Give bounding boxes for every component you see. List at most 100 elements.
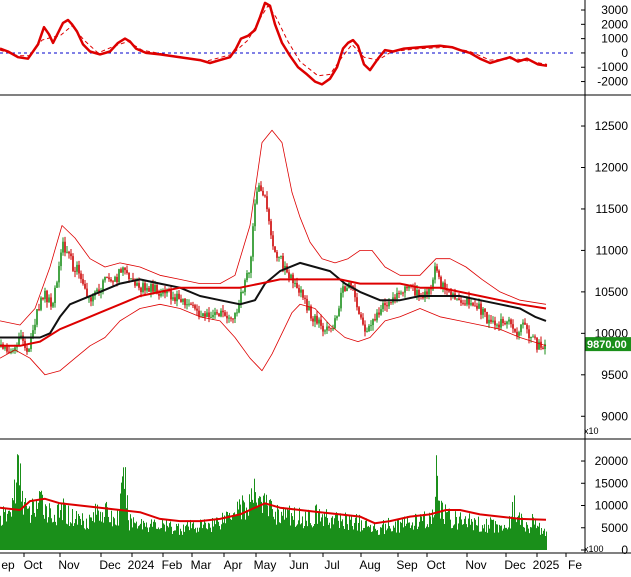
volume-bar [496, 524, 497, 550]
volume-bar [89, 514, 90, 550]
volume-bar [220, 529, 221, 550]
volume-bar [80, 518, 81, 550]
volume-bar [90, 517, 91, 550]
volume-bar [249, 494, 250, 550]
candle-body [404, 286, 406, 293]
volume-bar [160, 528, 161, 550]
candle-body [234, 312, 236, 320]
volume-bar [321, 517, 322, 550]
oscillator-axis-tick-label: 3000 [601, 3, 628, 17]
volume-bar [20, 463, 21, 550]
volume-bar [403, 527, 404, 550]
candle-body [116, 276, 118, 283]
candle-body [42, 297, 44, 300]
volume-bar [229, 512, 230, 550]
volume-bar [416, 514, 417, 550]
volume-bar [91, 517, 92, 550]
candle-body [230, 317, 232, 319]
volume-bar [484, 524, 485, 550]
volume-bar [326, 509, 327, 550]
candle-body [194, 305, 196, 309]
candle-body [204, 313, 206, 317]
volume-bar [475, 519, 476, 550]
volume-bar [154, 519, 155, 550]
volume-bar [115, 524, 116, 550]
candle-body [64, 241, 66, 253]
volume-bar [375, 528, 376, 550]
volume-bar [99, 520, 100, 550]
volume-bar [455, 511, 456, 550]
volume-bar [533, 517, 534, 550]
volume-bar [24, 502, 25, 550]
volume-bar [342, 519, 343, 550]
candle-body [422, 296, 424, 299]
volume-bar [62, 520, 63, 550]
candle-body [36, 309, 38, 325]
candle-body [124, 267, 126, 271]
oscillator-axis-tick-label: 0 [621, 46, 628, 60]
volume-bar [124, 488, 125, 550]
x-tick-label: 2024 [128, 558, 155, 572]
volume-bar [19, 485, 20, 550]
volume-bar [121, 482, 122, 550]
volume-bar [6, 521, 7, 550]
candle-body [382, 303, 384, 310]
volume-bar [442, 502, 443, 550]
volume-bar [515, 517, 516, 550]
candle-body [256, 191, 258, 204]
volume-bar [2, 524, 3, 550]
volume-bar [228, 515, 229, 550]
volume-bar [94, 522, 95, 550]
candle-body [250, 256, 252, 273]
volume-bar [54, 514, 55, 550]
volume-axis-tick-label: 10000 [595, 499, 629, 513]
candle-body [374, 319, 376, 321]
volume-bar [96, 514, 97, 550]
volume-bar [1, 525, 2, 550]
volume-bar [206, 528, 207, 550]
candle-body [400, 292, 402, 294]
volume-bar [60, 510, 61, 550]
candle-body [398, 292, 400, 294]
candle-body [180, 299, 182, 302]
volume-bar [254, 478, 255, 550]
volume-bar [319, 509, 320, 550]
candle-body [158, 293, 160, 296]
volume-bar [456, 516, 457, 550]
candle-body [38, 309, 40, 311]
volume-bar [365, 520, 366, 550]
volume-bar [210, 527, 211, 550]
volume-bar [308, 509, 309, 550]
volume-bar [452, 527, 453, 550]
volume-bar [474, 518, 475, 550]
candle-body [302, 289, 304, 298]
volume-bar [453, 525, 454, 550]
volume-bar [240, 504, 241, 550]
volume-bar [77, 524, 78, 550]
volume-bar [302, 516, 303, 550]
volume-bar [140, 523, 141, 550]
x-tick-label: May [254, 558, 277, 572]
volume-bar [119, 509, 120, 550]
volume-bar [408, 522, 409, 550]
volume-bar [176, 523, 177, 550]
volume-bar [535, 518, 536, 550]
volume-bar [294, 507, 295, 550]
volume-bar [126, 508, 127, 550]
volume-bar [406, 523, 407, 550]
volume-bar [200, 519, 201, 550]
volume-bar [174, 530, 175, 550]
volume-bar [420, 514, 421, 550]
volume-bar [419, 521, 420, 550]
candle-body [360, 314, 362, 318]
volume-bar [417, 529, 418, 550]
candle-body [56, 282, 58, 288]
volume-bar [405, 526, 406, 550]
candle-body [534, 336, 536, 338]
volume-bar [341, 521, 342, 550]
stock-chart: 3000 2000 1000 0 -1000 -2000 12500 12000 11500 11… [0, 0, 631, 572]
volume-bar [485, 531, 486, 550]
candle-body [488, 319, 490, 324]
volume-bar [148, 532, 149, 550]
volume-bar [248, 515, 249, 550]
